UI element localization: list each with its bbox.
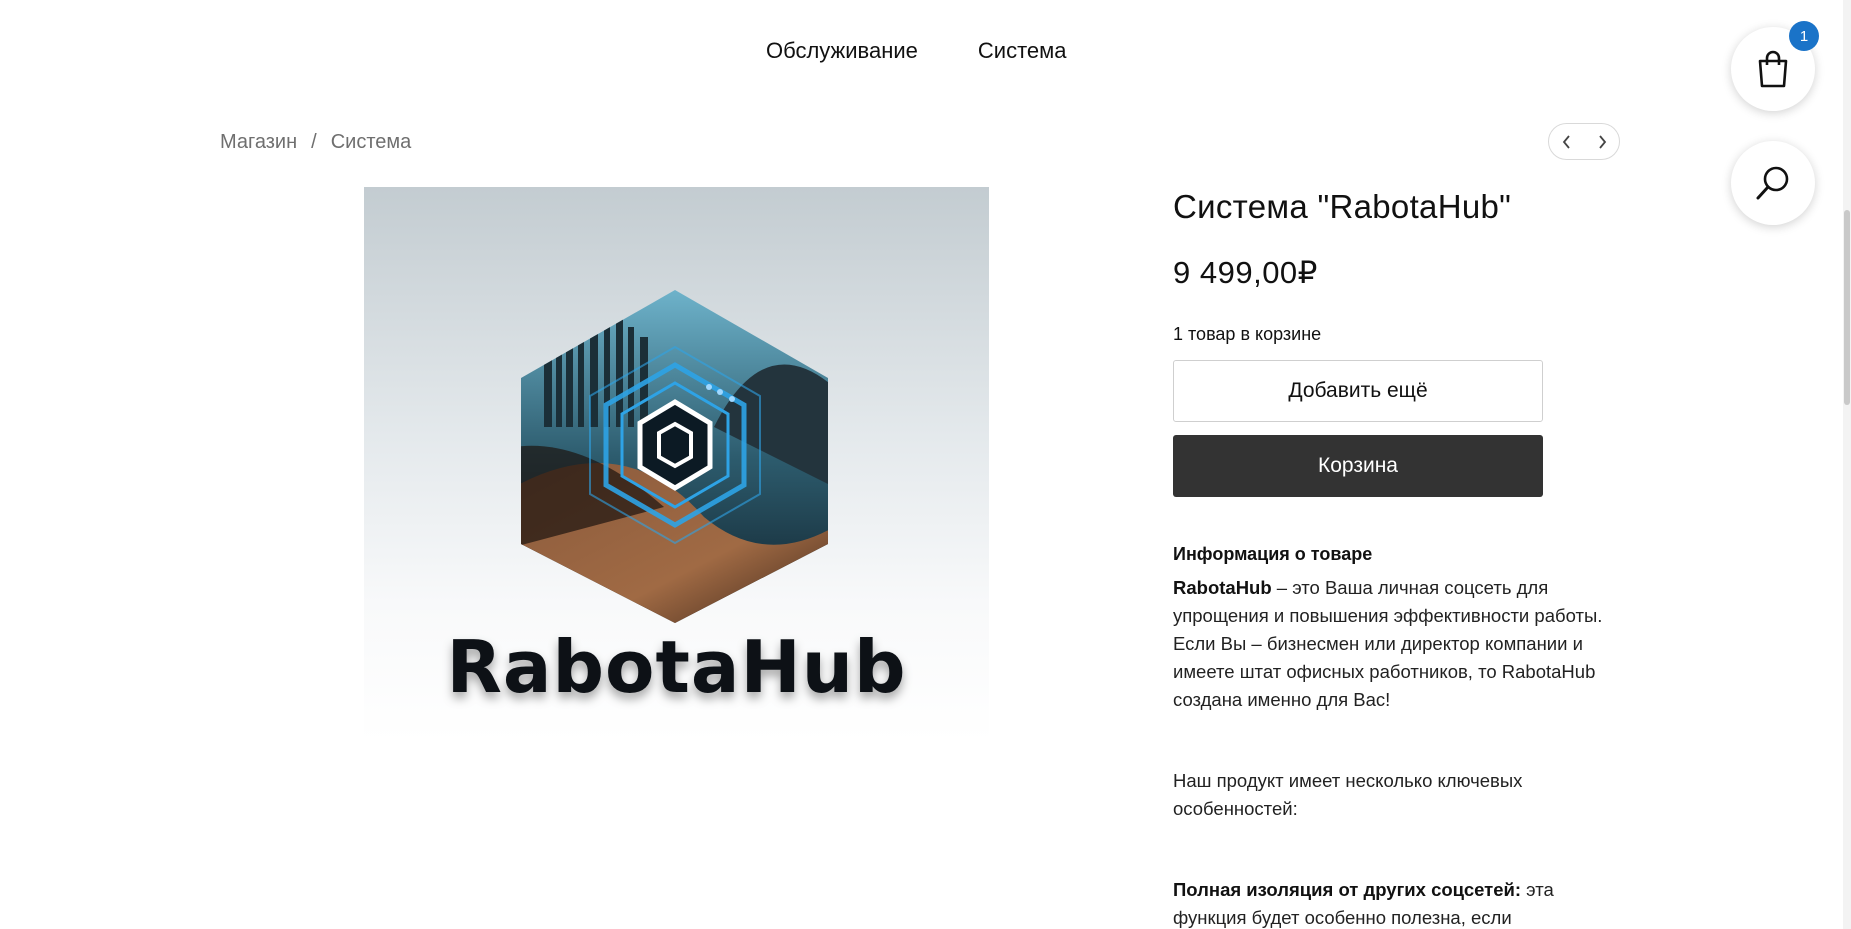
prev-product-button[interactable] xyxy=(1555,130,1579,154)
cart-count-badge: 1 xyxy=(1789,21,1819,51)
feature-title: Полная изоляция от других соцсетей: xyxy=(1173,879,1522,900)
breadcrumb-shop-link[interactable]: Магазин xyxy=(220,131,297,154)
product-logo-text: RabotaHub xyxy=(446,625,907,709)
breadcrumb: Магазин / Система xyxy=(220,131,411,154)
shopping-bag-icon xyxy=(1758,50,1788,88)
breadcrumb-current: Система xyxy=(330,131,412,153)
product-info: Система "RabotaHub" 9 499,00₽ 1 товар в … xyxy=(1173,188,1623,928)
feature-paragraph: Полная изоляция от других соцсетей: эта … xyxy=(1173,876,1623,929)
hexagon-emblem xyxy=(521,290,828,623)
description-brand-name: RabotaHub xyxy=(1173,577,1272,598)
next-product-button[interactable] xyxy=(1590,130,1614,154)
go-to-cart-button[interactable]: Корзина xyxy=(1173,435,1543,497)
product-description-paragraph: RabotaHub – это Ваша личная соцсеть для … xyxy=(1173,574,1623,714)
chevron-right-icon xyxy=(1598,134,1606,149)
product-title: Система "RabotaHub" xyxy=(1173,188,1512,225)
product-image[interactable]: RabotaHub xyxy=(364,187,989,742)
floating-cart-button[interactable]: 1 xyxy=(1731,21,1819,111)
product-info-heading: Информация о товаре xyxy=(1173,544,1373,564)
page-scrollbar[interactable] xyxy=(1843,0,1851,929)
product-pager xyxy=(1548,123,1620,160)
in-cart-status: 1 товар в корзине xyxy=(1173,324,1322,344)
chevron-left-icon xyxy=(1562,134,1570,149)
scrollbar-thumb[interactable] xyxy=(1844,210,1850,405)
product-page: Обслуживание Система Магазин / Система 1 xyxy=(0,0,1851,929)
features-intro-text: Наш продукт имеет несколько ключевых осо… xyxy=(1173,770,1523,819)
nav-item-system[interactable]: Система xyxy=(978,38,1067,64)
features-intro-paragraph: Наш продукт имеет несколько ключевых осо… xyxy=(1173,767,1623,823)
nav-item-service[interactable]: Обслуживание xyxy=(766,38,918,64)
top-navigation: Обслуживание Система xyxy=(766,38,1067,64)
add-more-button[interactable]: Добавить ещё xyxy=(1173,360,1543,422)
product-price: 9 499,00₽ xyxy=(1173,255,1318,290)
floating-search-button[interactable] xyxy=(1731,141,1815,225)
search-icon xyxy=(1756,166,1789,200)
breadcrumb-separator: / xyxy=(311,131,317,153)
